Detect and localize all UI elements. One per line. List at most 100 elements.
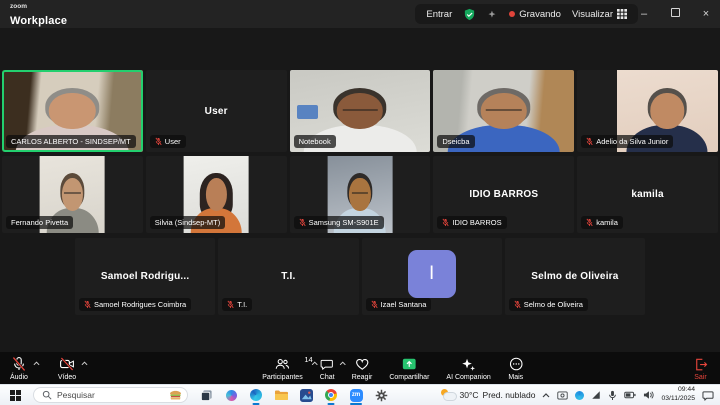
audio-button[interactable]: Áudio [10,356,28,381]
more-button[interactable]: Mais [508,356,524,381]
ai-companion-button[interactable]: AI Companion [446,356,490,381]
chrome-browser-button[interactable] [324,387,338,403]
participant-name-label: CARLOS ALBERTO - SINDSEP/MT [6,135,136,148]
brand-zoom: zoom [10,4,67,11]
search-icon [42,390,52,400]
network-tray-icon[interactable] [591,390,601,400]
share-label: Compartilhar [389,374,429,381]
participants-button[interactable]: 14 Participantes [262,356,302,381]
zoom-app-icon: zm [350,389,363,402]
participant-tile-dseicba[interactable]: Dseicba [433,70,574,152]
brand-workplace: Workplace [10,15,67,27]
share-screen-button[interactable]: Compartilhar [389,356,429,381]
video-grid-row: CARLOS ALBERTO - SINDSEP/MT UserUser Noteb… [0,70,720,152]
chat-button[interactable]: Chat [320,356,335,381]
background-object [297,105,318,119]
start-button[interactable] [8,387,22,403]
taskbar-search-box[interactable]: Pesquisar [33,387,188,403]
sign-in-button[interactable]: Entrar [426,9,452,20]
participant-tile-idio-barros[interactable]: IDIO BARROSIDIO BARROS [433,156,574,233]
search-highlight-sandwich-icon [169,390,182,401]
windows-logo-icon [10,390,21,401]
person-head [349,178,370,212]
muted-mic-icon [84,300,91,309]
participant-tile-kamila[interactable]: kamilakamila [577,156,718,233]
security-shield-icon[interactable] [463,8,476,21]
zoom-app-button[interactable]: zm [349,387,363,403]
zoom-workplace-logo: zoom Workplace [10,4,67,28]
volume-tray-icon[interactable] [643,390,654,400]
participant-name-label: Silvia (Sindsep-MT) [150,216,225,229]
settings-button[interactable] [374,387,388,403]
participant-tile-notebook[interactable]: Notebook [290,70,431,152]
chat-chevron-icon[interactable] [340,361,347,368]
leave-meeting-button[interactable]: Sair [693,356,708,381]
share-screen-icon [401,356,417,372]
participant-name-label: Samsung SM-S901E [294,216,384,229]
task-view-button[interactable] [199,387,213,403]
zoom-meeting-window: zoom Workplace Entrar Gravando [0,0,720,405]
edge-icon [250,389,262,401]
window-controls: – × [638,0,712,28]
battery-tray-icon[interactable] [624,391,636,399]
person-glasses [352,192,368,198]
video-grid-row: Fernando Pivetta Silvia (Sindsep-MT) Samsu… [0,156,720,233]
react-button[interactable]: Reagir [352,356,373,381]
person-head [49,93,95,129]
participant-name-label: Izael Santana [366,298,432,311]
view-button[interactable]: Visualizar [572,9,627,20]
participants-chevron-icon[interactable] [312,361,319,368]
person-head [337,93,383,129]
video-grid-row: Samoel Rodrigu...Samoel Rodrigues Coimbr… [75,238,645,315]
windows-taskbar: Pesquisar [0,384,720,405]
participant-tile-adelio-da-silva-junior[interactable]: Adelio da Silva Junior [577,70,718,152]
person-glasses [342,109,377,115]
participant-tile-silvia-sindsep-mt[interactable]: Silvia (Sindsep-MT) [146,156,287,233]
clock-date: 03/11/2025 [661,395,695,404]
recording-indicator: Gravando [509,9,561,20]
video-label: Vídeo [58,374,76,381]
muted-mic-icon [442,218,449,227]
audio-options-chevron-icon[interactable] [33,361,40,368]
tray-expand-chevron-icon[interactable] [542,393,550,398]
photos-app-button[interactable] [299,387,313,403]
video-button[interactable]: Vídeo [58,356,76,381]
participant-tile-carlos-alberto-sindsep-mt[interactable]: CARLOS ALBERTO - SINDSEP/MT [2,70,143,152]
participant-tile-izael-santana[interactable]: IIzael Santana [362,238,502,315]
chat-label: Chat [320,374,335,381]
system-clock[interactable]: 09:44 03/11/2025 [661,386,695,404]
weather-widget[interactable]: 30°C Pred. nublado [440,389,536,401]
video-options-chevron-icon[interactable] [81,361,88,368]
microphone-tray-icon[interactable] [608,390,617,401]
gear-icon [375,389,388,402]
recording-dot-icon [509,11,515,17]
copilot-button[interactable] [224,387,238,403]
muted-mic-icon [227,300,234,309]
audio-label: Áudio [10,374,28,381]
participant-name-label: Dseicba [437,135,474,148]
participant-name-label: Selmo de Oliveira [509,298,588,311]
screen-record-tray-icon[interactable] [557,390,568,401]
participant-tile-fernando-pivetta[interactable]: Fernando Pivetta [2,156,143,233]
participant-tile-t-i[interactable]: T.I.T.I. [218,238,358,315]
participant-tile-samoel-rodrigues-coimbra[interactable]: Samoel Rodrigu...Samoel Rodrigues Coimbr… [75,238,215,315]
muted-mic-icon [586,218,593,227]
edge-browser-button[interactable] [249,387,263,403]
leave-label: Sair [694,374,706,381]
person-head [62,178,83,212]
chrome-icon [325,389,337,401]
ai-companion-label: AI Companion [446,374,490,381]
copilot-tray-icon[interactable] [575,391,584,400]
participant-tile-samsung-sm-s901e[interactable]: Samsung SM-S901E [290,156,431,233]
titlebar-controls: Entrar Gravando Visualizar [415,4,638,24]
participant-name-label: Notebook [294,135,336,148]
notification-center-icon[interactable] [702,390,714,401]
minimize-button[interactable]: – [638,9,650,20]
restore-button[interactable] [669,8,681,20]
leave-exit-icon [693,356,708,372]
ai-sparkle-icon[interactable] [487,9,498,20]
participant-tile-selmo-de-oliveira[interactable]: Selmo de OliveiraSelmo de Oliveira [505,238,645,315]
file-explorer-button[interactable] [274,387,288,403]
participant-tile-user[interactable]: UserUser [146,70,287,152]
close-button[interactable]: × [700,9,712,20]
